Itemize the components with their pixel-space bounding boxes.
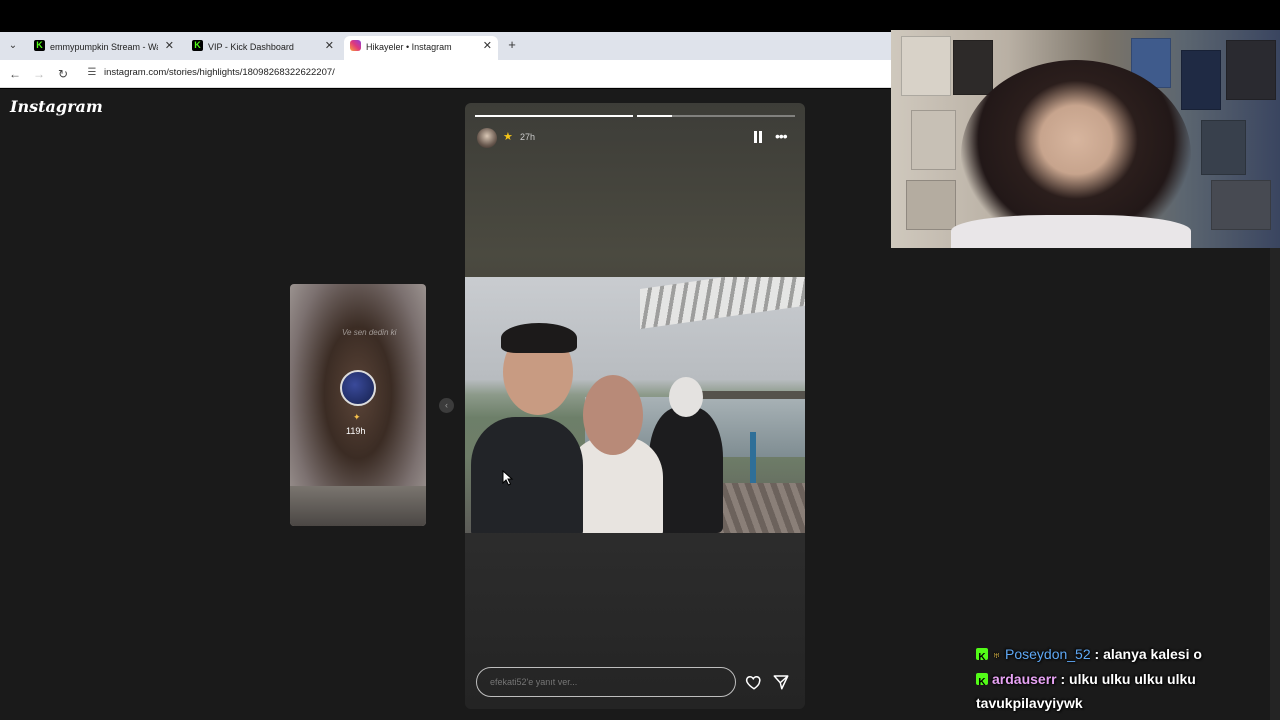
wall-poster [1201, 120, 1246, 175]
wall-poster [911, 110, 956, 170]
progress-segment [475, 115, 633, 117]
chat-username[interactable]: Poseydon_52 [1005, 646, 1091, 662]
heart-icon[interactable] [745, 673, 763, 691]
photo-bridge [695, 391, 805, 399]
wall-poster [1211, 180, 1271, 230]
story-progress [475, 115, 795, 117]
chat-text: : alanya kalesi o [1094, 646, 1202, 662]
instagram-logo[interactable]: Instagram [10, 97, 103, 116]
person-right-headscarf [669, 377, 703, 417]
chat-overlay: ♅ Poseydon_52 : alanya kalesi o ardauserr… [976, 642, 1276, 715]
webcam-overlay [891, 30, 1280, 248]
sparkle-icon: ✦ [353, 412, 361, 422]
wall-poster [953, 40, 993, 95]
chat-message: ♅ Poseydon_52 : alanya kalesi o [976, 642, 1276, 670]
back-arrow-icon[interactable]: ← [6, 65, 24, 83]
person-left [471, 417, 583, 533]
story-overlay-text: Ve sen dedin ki [342, 328, 397, 337]
url-field[interactable]: instagram.com/stories/highlights/1809826… [104, 67, 335, 78]
story-photo [465, 277, 805, 533]
tab-title: emmypumpkin Stream - Watch [50, 42, 158, 52]
tab-kick-stream[interactable]: emmypumpkin Stream - Watch ✕ [28, 35, 180, 60]
kick-icon [976, 646, 988, 670]
photo-railing [750, 432, 756, 484]
cat-blanket [290, 486, 426, 526]
address-bar: ← → ↻ ☰ instagram.com/stories/highlights… [0, 60, 892, 88]
streamer-shirt [951, 215, 1191, 248]
tab-strip: ⌄ emmypumpkin Stream - Watch ✕ VIP - Kic… [0, 32, 892, 60]
user-avatar[interactable] [477, 128, 497, 148]
story-header: ★ 27h ••• [477, 128, 793, 148]
more-options-icon[interactable]: ••• [775, 128, 788, 144]
tab-instagram-stories[interactable]: Hikayeler • Instagram ✕ [344, 36, 498, 60]
previous-story-preview[interactable]: Ve sen dedin ki ✦ 119h [290, 284, 426, 526]
wall-poster [901, 36, 951, 96]
tab-kick-dashboard[interactable]: VIP - Kick Dashboard ✕ [186, 35, 340, 60]
wall-poster [1226, 40, 1276, 100]
progress-fill-1 [637, 115, 672, 117]
new-tab-button[interactable]: + [505, 36, 519, 56]
instagram-page: Instagram Ve sen dedin ki ✦ 119h ‹ ★ 27h… [0, 89, 892, 720]
tab-search-chevron-icon[interactable]: ⌄ [4, 38, 22, 54]
site-settings-icon[interactable]: ☰ [85, 66, 99, 80]
story-time: 27h [520, 132, 536, 142]
story-avatar [340, 370, 376, 406]
instagram-icon [350, 40, 361, 51]
photo-canopy [640, 277, 805, 329]
progress-segment [637, 115, 795, 117]
tab-title: VIP - Kick Dashboard [208, 42, 294, 52]
kick-icon [192, 35, 203, 55]
close-tab-icon[interactable]: ✕ [483, 36, 492, 56]
sub-icon: ♅ [992, 648, 1001, 662]
reply-input[interactable] [476, 667, 736, 697]
reload-icon[interactable]: ↻ [54, 65, 72, 83]
close-tab-icon[interactable]: ✕ [325, 36, 334, 56]
star-icon: ★ [503, 131, 513, 143]
send-icon[interactable] [772, 673, 790, 691]
forward-arrow-icon[interactable]: → [30, 65, 48, 83]
person-middle-face [583, 375, 643, 455]
wall-poster [1181, 50, 1221, 110]
chat-message: ardauserr : ulku ulku ulku ulku tavukpil… [976, 667, 1276, 715]
story-viewer: ★ 27h ••• [465, 103, 805, 709]
story-time: 119h [346, 426, 366, 436]
pause-icon[interactable] [753, 131, 763, 143]
chat-username[interactable]: ardauserr [992, 671, 1057, 687]
person-left-hair [501, 323, 577, 353]
kick-icon [34, 35, 45, 55]
close-tab-icon[interactable]: ✕ [165, 36, 174, 56]
wall-poster [906, 180, 956, 230]
tab-title: Hikayeler • Instagram [366, 42, 452, 52]
mouse-cursor-icon [502, 470, 514, 486]
progress-fill-0 [475, 115, 633, 117]
chevron-left-icon[interactable]: ‹ [439, 398, 454, 413]
kick-icon [976, 671, 988, 695]
